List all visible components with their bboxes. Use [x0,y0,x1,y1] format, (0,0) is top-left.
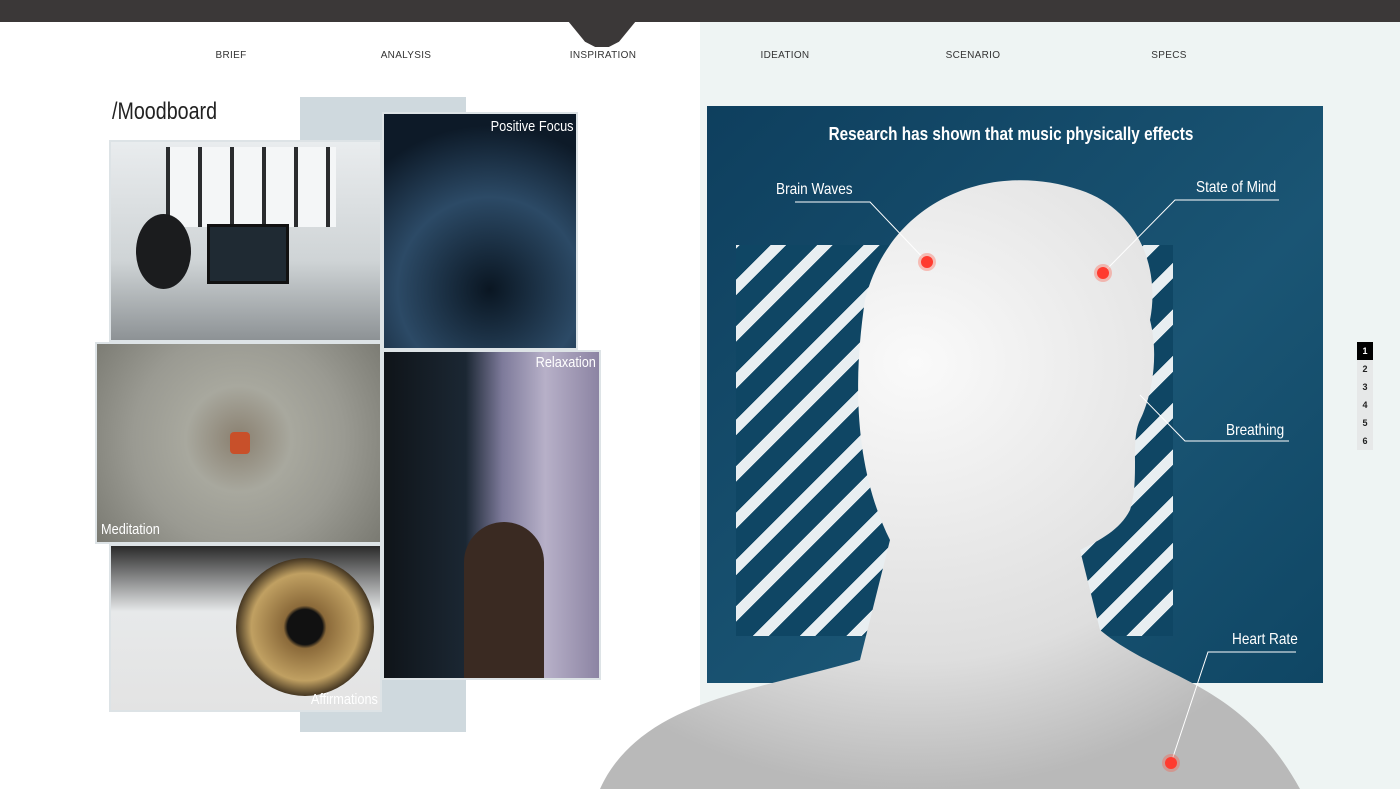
callout-brain-waves: Brain Waves [776,181,853,198]
callout-breathing: Breathing [1226,422,1285,439]
page-2-button[interactable]: 2 [1357,360,1373,378]
page-pager: 1 2 3 4 5 6 [1357,342,1373,450]
page-1-button[interactable]: 1 [1357,342,1373,360]
state-of-mind-dot [1097,267,1109,279]
heart-rate-dot [1165,757,1177,769]
callout-heart-rate: Heart Rate [1232,631,1298,648]
callout-lines [795,199,1296,764]
callout-state-of-mind: State of Mind [1196,179,1277,196]
brain-waves-dot [921,256,933,268]
page-6-button[interactable]: 6 [1357,432,1373,450]
page-4-button[interactable]: 4 [1357,396,1373,414]
page-3-button[interactable]: 3 [1357,378,1373,396]
page-5-button[interactable]: 5 [1357,414,1373,432]
